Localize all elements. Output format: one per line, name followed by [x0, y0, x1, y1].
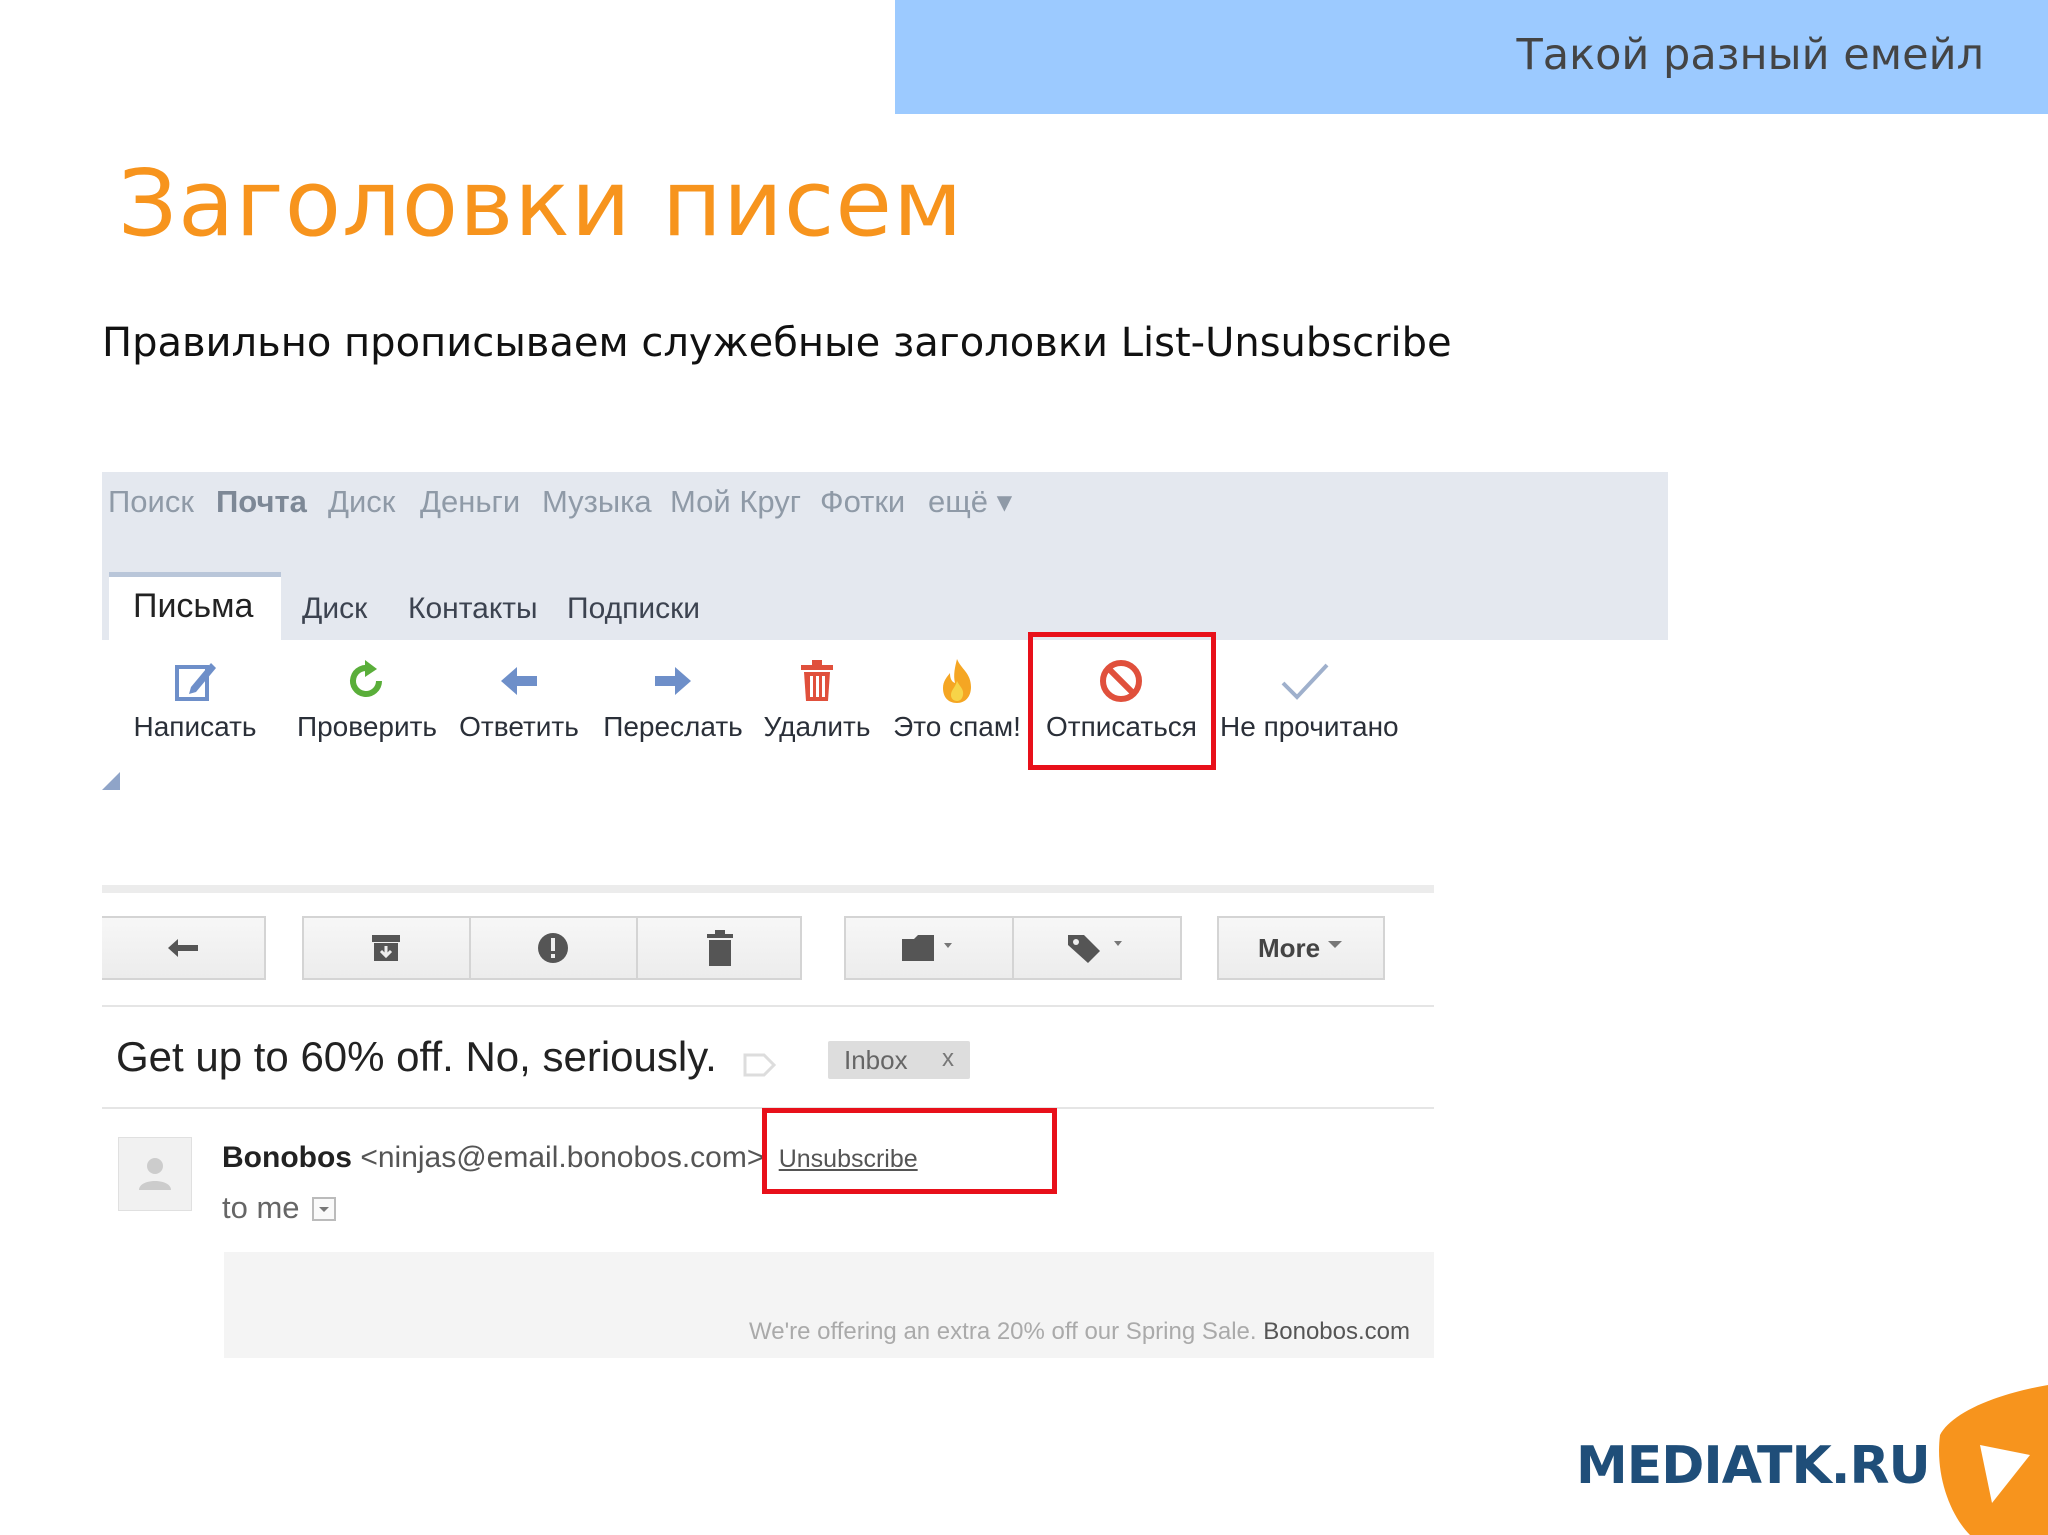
- trash-icon: [801, 660, 833, 701]
- compose-button[interactable]: Написать: [130, 657, 260, 743]
- fire-icon: [943, 659, 971, 703]
- spam-label: Это спам!: [893, 711, 1021, 742]
- check-mail-label: Проверить: [296, 711, 438, 742]
- mark-unread-button[interactable]: Не прочитано: [1220, 657, 1399, 743]
- folder-icon: [902, 935, 952, 961]
- mediatk-logo-text: MEDIATK.RU: [1576, 1436, 1931, 1496]
- tab-subscriptions[interactable]: Подписки: [567, 592, 700, 626]
- forward-arrow-icon: [655, 667, 691, 695]
- check-mail-button[interactable]: Проверить: [292, 657, 442, 743]
- more-label: More: [1257, 932, 1321, 963]
- trash-icon: [706, 930, 733, 966]
- reply-arrow-icon: [501, 667, 537, 695]
- email-subject: Get up to 60% off. No, seriously.: [116, 1033, 717, 1080]
- tag-icon: [1067, 935, 1122, 963]
- email-body-preview: We're offering an extra 20% off our Spri…: [224, 1252, 1434, 1358]
- banner-title: Такой разный емейл: [1516, 30, 1984, 80]
- unsubscribe-highlight-box: [762, 1108, 1057, 1194]
- preview-site-link[interactable]: Bonobos.com: [1263, 1318, 1410, 1345]
- avatar: [118, 1137, 192, 1211]
- divider: [102, 1005, 1434, 1007]
- nav-item-photos[interactable]: Фотки: [820, 484, 905, 520]
- archive-icon: [372, 935, 400, 961]
- unsubscribe-highlight-box: [1028, 632, 1216, 770]
- reply-label: Ответить: [459, 711, 579, 742]
- back-button[interactable]: [102, 916, 266, 980]
- chevron-down-icon: [319, 1207, 329, 1212]
- delete-button[interactable]: Удалить: [762, 657, 872, 743]
- nav-item-search[interactable]: Поиск: [108, 484, 194, 520]
- sender-email: <ninjas@email.bonobos.com>: [360, 1141, 765, 1174]
- archive-button[interactable]: [302, 916, 470, 980]
- yandex-top-nav: Поиск Почта Диск Деньги Музыка Мой Круг …: [102, 472, 1668, 640]
- nav-item-money[interactable]: Деньги: [420, 484, 520, 520]
- compose-label: Написать: [133, 711, 257, 742]
- nav-item-moy-krug[interactable]: Мой Круг: [670, 484, 801, 520]
- compose-icon: [175, 663, 216, 701]
- exclamation-icon: [538, 933, 568, 963]
- nav-item-music[interactable]: Музыка: [542, 484, 652, 520]
- labels-button[interactable]: [1013, 916, 1182, 980]
- top-divider: [102, 885, 1434, 893]
- forward-label: Переслать: [603, 711, 743, 742]
- spam-button[interactable]: Это спам!: [892, 657, 1022, 743]
- slide-title: Заголовки писем: [118, 150, 964, 257]
- inbox-label-text: Inbox: [844, 1045, 908, 1075]
- tab-contacts[interactable]: Контакты: [408, 592, 538, 626]
- top-banner: Такой разный емейл: [895, 0, 2048, 114]
- report-spam-button[interactable]: [470, 916, 636, 980]
- tab-disk[interactable]: Диск: [302, 592, 367, 626]
- sender-name: Bonobos: [222, 1141, 352, 1174]
- nav-item-disk[interactable]: Диск: [328, 484, 395, 520]
- tab-letters-label: Письма: [133, 587, 254, 625]
- person-icon: [139, 1158, 171, 1190]
- back-arrow-icon: [168, 939, 198, 957]
- corner-marker: [102, 772, 120, 790]
- nav-item-mail[interactable]: Почта: [216, 484, 307, 520]
- yandex-mail-screenshot: Поиск Почта Диск Деньги Музыка Мой Круг …: [102, 472, 1668, 792]
- slide-subtitle: Правильно прописываем служебные заголовк…: [102, 320, 1452, 366]
- label-tag-icon[interactable]: [742, 1051, 778, 1079]
- move-to-button[interactable]: [844, 916, 1012, 980]
- preview-message: We're offering an extra 20% off our Spri…: [749, 1318, 1257, 1345]
- tab-letters[interactable]: Письма: [109, 572, 281, 640]
- preview-text: We're offering an extra 20% off our Spri…: [749, 1318, 1410, 1346]
- more-button[interactable]: More: [1217, 916, 1385, 980]
- play-logo-icon: [1939, 1385, 2048, 1535]
- details-dropdown[interactable]: [312, 1197, 336, 1221]
- reply-button[interactable]: Ответить: [454, 657, 584, 743]
- inbox-label-chip: Inbox x: [828, 1041, 970, 1079]
- refresh-icon: [350, 660, 382, 697]
- forward-button[interactable]: Переслать: [598, 657, 748, 743]
- remove-label-button[interactable]: x: [942, 1045, 954, 1073]
- recipient-line: to me: [222, 1190, 300, 1225]
- mark-unread-label: Не прочитано: [1220, 711, 1399, 742]
- gmail-screenshot: More Get up to 60% off. No, seriously. I…: [102, 885, 1434, 1360]
- delete-label: Удалить: [763, 711, 871, 742]
- chevron-down-icon: [1328, 941, 1343, 948]
- delete-button[interactable]: [637, 916, 802, 980]
- checkmark-icon: [1281, 663, 1329, 700]
- nav-item-more[interactable]: ещё ▾: [928, 484, 1012, 520]
